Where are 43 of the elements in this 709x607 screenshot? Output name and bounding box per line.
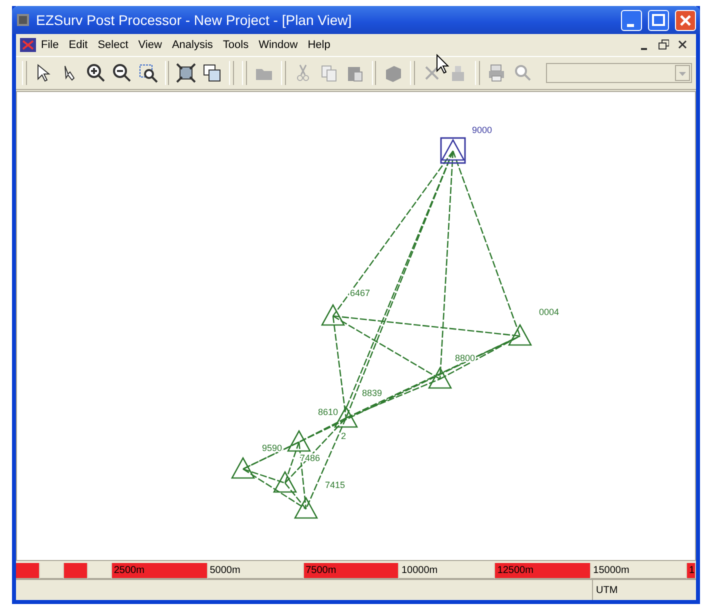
windows-icon[interactable] [201, 62, 224, 84]
station-marker[interactable] [294, 496, 318, 519]
app-icon [16, 13, 30, 27]
coordinate-system: UTM [592, 580, 696, 600]
zoom-window-icon[interactable] [136, 62, 159, 84]
station-marker[interactable] [428, 366, 452, 389]
station-label: 0004 [539, 307, 560, 317]
station-label: 9000 [472, 125, 492, 135]
station-label: 8610 [318, 407, 338, 417]
scale-label: 10000m [400, 565, 438, 576]
restore-icon[interactable] [658, 38, 669, 50]
scale-label: 1 [688, 565, 695, 576]
menu-item[interactable]: Edit [64, 37, 93, 53]
close-icon[interactable] [677, 38, 688, 50]
scale-label: 15000m [592, 565, 630, 576]
menu-item[interactable]: Select [92, 37, 134, 53]
menu-item[interactable]: View [133, 37, 167, 53]
station-marker[interactable] [508, 324, 532, 346]
scale-label: 7500m [304, 565, 336, 576]
menu-item[interactable]: Help [302, 37, 336, 53]
station-label: 8839 [362, 388, 382, 398]
station-marker[interactable] [272, 470, 298, 493]
scale-label: 5000m [208, 565, 240, 576]
menu-item[interactable]: File [36, 37, 64, 53]
station-label: 7415 [325, 480, 346, 490]
station-label: 8800 [455, 353, 476, 363]
menu-item[interactable]: Window [254, 37, 303, 53]
station-marker[interactable] [320, 304, 346, 326]
zoom-out-icon[interactable] [110, 62, 133, 84]
station-label: 6467 [350, 288, 370, 298]
scale-label: 2500m [112, 565, 144, 576]
station-marker[interactable] [286, 430, 312, 452]
menu-item[interactable]: Analysis [166, 37, 218, 53]
scale-label: 12500m [496, 565, 534, 576]
zoom-extents-icon[interactable] [175, 62, 198, 84]
station-label: 9590 [262, 443, 282, 453]
station-label: 2 [341, 431, 346, 441]
menu-item[interactable]: Tools [218, 37, 254, 53]
station-marker[interactable] [440, 137, 466, 164]
station-marker[interactable] [230, 456, 256, 479]
window-title: EZSurv Post Processor - New Project - [Plan View] [36, 12, 353, 28]
zoom-in-icon[interactable] [84, 62, 107, 84]
document-icon [20, 38, 36, 52]
